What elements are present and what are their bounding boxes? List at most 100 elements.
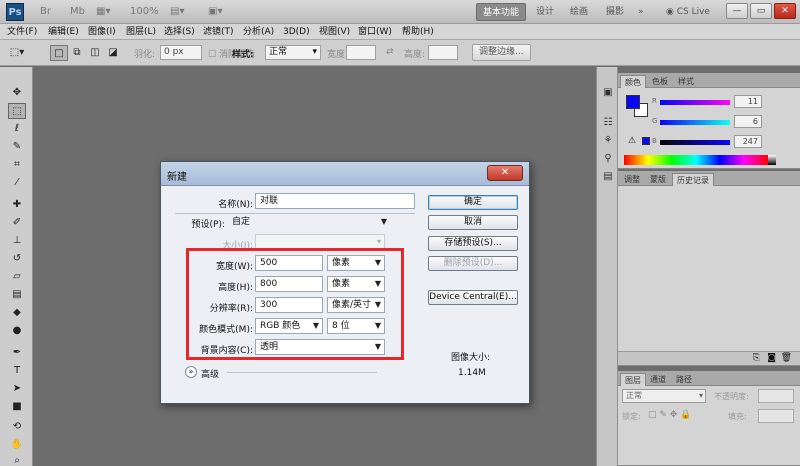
menu-file[interactable]: 文件(F) bbox=[7, 25, 37, 39]
save-preset-button[interactable]: 存储预设(S)... bbox=[428, 236, 518, 251]
color-spectrum-ramp[interactable] bbox=[624, 155, 768, 165]
marquee-preset-icon[interactable]: ⬚▾ bbox=[8, 45, 26, 61]
tab-styles[interactable]: 样式 bbox=[674, 75, 698, 88]
warning-icon[interactable]: ⚠ bbox=[628, 136, 636, 146]
zoom-tool-icon[interactable]: ⌕ bbox=[8, 453, 26, 466]
bridge-icon[interactable]: Br bbox=[40, 4, 51, 20]
delete-state-icon[interactable]: 🗑 bbox=[781, 353, 792, 363]
new-selection-icon[interactable]: □ bbox=[50, 45, 68, 61]
style-select[interactable]: 正常 ▾ bbox=[265, 45, 321, 60]
adjustments-panel-icon[interactable]: ☷ bbox=[600, 115, 616, 131]
foreground-color-swatch[interactable] bbox=[626, 95, 640, 109]
tab-layers[interactable]: 图层 bbox=[620, 373, 646, 386]
dodge-tool-icon[interactable]: ● bbox=[8, 323, 26, 339]
menu-analysis[interactable]: 分析(A) bbox=[243, 25, 274, 39]
workspace-design-button[interactable]: 设计 bbox=[530, 3, 560, 21]
channel-g-slider[interactable] bbox=[660, 120, 730, 125]
workspace-painting-button[interactable]: 绘画 bbox=[564, 3, 594, 21]
channel-b-slider[interactable] bbox=[660, 140, 730, 145]
opacity-input[interactable] bbox=[758, 389, 794, 403]
hand-tool-icon[interactable]: ✋ bbox=[8, 437, 26, 453]
tab-masks[interactable]: 蒙版 bbox=[646, 173, 670, 186]
move-tool-icon[interactable]: ✥ bbox=[8, 85, 26, 101]
brush-tool-icon[interactable]: ✐ bbox=[8, 215, 26, 231]
type-tool-icon[interactable]: T bbox=[8, 363, 26, 379]
channel-b-input[interactable]: 247 bbox=[734, 135, 762, 148]
gradient-tool-icon[interactable]: ▤ bbox=[8, 287, 26, 303]
crop-tool-icon[interactable]: ⌗ bbox=[8, 157, 26, 173]
ok-button[interactable]: 确定 bbox=[428, 195, 518, 210]
mini-bridge-panel-icon[interactable]: ▣ bbox=[600, 85, 616, 101]
tab-adjustments[interactable]: 调整 bbox=[620, 173, 644, 186]
tab-paths[interactable]: 路径 bbox=[672, 373, 696, 386]
tab-swatches[interactable]: 色板 bbox=[648, 75, 672, 88]
channel-r-slider[interactable] bbox=[660, 100, 730, 105]
screen-mode-icon[interactable]: ▣▾ bbox=[208, 4, 222, 20]
channel-g-input[interactable]: 6 bbox=[734, 115, 762, 128]
width-input[interactable] bbox=[346, 45, 376, 60]
shape-tool-icon[interactable]: ■ bbox=[8, 399, 26, 415]
view-extras-icon[interactable]: ▦▾ bbox=[96, 4, 110, 20]
preset-select[interactable]: 自定 ▼ bbox=[227, 214, 391, 230]
expand-advanced-icon[interactable]: » bbox=[185, 366, 197, 378]
menu-3d[interactable]: 3D(D) bbox=[283, 25, 310, 39]
cancel-button[interactable]: 取消 bbox=[428, 215, 518, 230]
mini-bridge-icon[interactable]: Mb bbox=[70, 4, 85, 20]
refine-edge-button[interactable]: 调整边缘... bbox=[472, 44, 531, 61]
menu-image[interactable]: 图像(I) bbox=[88, 25, 116, 39]
3d-rotate-tool-icon[interactable]: ⟲ bbox=[8, 419, 26, 435]
menu-edit[interactable]: 编辑(E) bbox=[48, 25, 79, 39]
lasso-tool-icon[interactable]: ℓ bbox=[8, 121, 26, 137]
fill-input[interactable] bbox=[758, 409, 794, 423]
more-workspaces-button[interactable]: » bbox=[632, 3, 650, 21]
menu-select[interactable]: 选择(S) bbox=[164, 25, 195, 39]
feather-input[interactable]: 0 px bbox=[160, 45, 202, 60]
grayscale-ramp[interactable] bbox=[768, 155, 776, 165]
subtract-selection-icon[interactable]: ◫ bbox=[86, 45, 104, 61]
tab-channels[interactable]: 通道 bbox=[646, 373, 670, 386]
brush-panel-icon[interactable]: ⚘ bbox=[600, 133, 616, 149]
menu-filter[interactable]: 滤镜(T) bbox=[203, 25, 234, 39]
eraser-tool-icon[interactable]: ▱ bbox=[8, 269, 26, 285]
restore-button[interactable]: ▭ bbox=[750, 3, 772, 19]
tab-color[interactable]: 颜色 bbox=[620, 75, 646, 88]
menu-window[interactable]: 窗口(W) bbox=[358, 25, 392, 39]
cs-live-button[interactable]: ◉ CS Live bbox=[660, 3, 716, 21]
rect-marquee-tool-icon[interactable]: ⬚ bbox=[8, 103, 26, 119]
height-input[interactable] bbox=[428, 45, 458, 60]
menu-layer[interactable]: 图层(L) bbox=[126, 25, 156, 39]
dialog-title: 新建 bbox=[167, 172, 187, 183]
close-button[interactable]: ✕ bbox=[774, 3, 796, 19]
name-input[interactable]: 对联 bbox=[255, 193, 415, 209]
gamut-color-swatch[interactable] bbox=[642, 137, 650, 145]
lock-icons[interactable]: □ ✎ ✥ 🔒 bbox=[648, 410, 691, 420]
new-document-dialog: 新建 ✕ 名称(N): 对联 预设(P): 自定 ▼ 大小(I): ▾ 宽度(W)… bbox=[160, 161, 530, 404]
history-brush-tool-icon[interactable]: ↺ bbox=[8, 251, 26, 267]
workspace-essentials-button[interactable]: 基本功能 bbox=[476, 3, 527, 21]
pen-tool-icon[interactable]: ✒ bbox=[8, 345, 26, 361]
clone-source-panel-icon[interactable]: ⚲ bbox=[600, 151, 616, 167]
clone-stamp-tool-icon[interactable]: ⊥ bbox=[8, 233, 26, 249]
workspace-photography-button[interactable]: 摄影 bbox=[600, 3, 630, 21]
device-central-button[interactable]: Device Central(E)... bbox=[428, 290, 518, 305]
path-select-tool-icon[interactable]: ➤ bbox=[8, 381, 26, 397]
eyedropper-tool-icon[interactable]: ⁄ bbox=[8, 175, 26, 191]
minimize-button[interactable]: — bbox=[726, 3, 748, 19]
new-snapshot-icon[interactable]: ◙ bbox=[767, 353, 776, 363]
swap-icon[interactable]: ⇄ bbox=[386, 47, 394, 57]
menu-help[interactable]: 帮助(H) bbox=[402, 25, 434, 39]
intersect-selection-icon[interactable]: ◪ bbox=[104, 45, 122, 61]
quick-select-tool-icon[interactable]: ✎ bbox=[8, 139, 26, 155]
new-document-from-state-icon[interactable]: ⎘ bbox=[753, 353, 760, 363]
channel-r-input[interactable]: 11 bbox=[734, 95, 762, 108]
dialog-close-button[interactable]: ✕ bbox=[487, 165, 523, 181]
add-selection-icon[interactable]: ⧉ bbox=[68, 45, 86, 61]
zoom-level[interactable]: 100% bbox=[130, 4, 159, 20]
arrange-documents-icon[interactable]: ▤▾ bbox=[170, 4, 184, 20]
notes-panel-icon[interactable]: ▤ bbox=[600, 169, 616, 185]
menu-view[interactable]: 视图(V) bbox=[319, 25, 350, 39]
tab-history[interactable]: 历史记录 bbox=[672, 173, 714, 186]
blur-tool-icon[interactable]: ◆ bbox=[8, 305, 26, 321]
healing-brush-tool-icon[interactable]: ✚ bbox=[8, 197, 26, 213]
blend-mode-select[interactable]: 正常 ▾ bbox=[622, 389, 706, 403]
